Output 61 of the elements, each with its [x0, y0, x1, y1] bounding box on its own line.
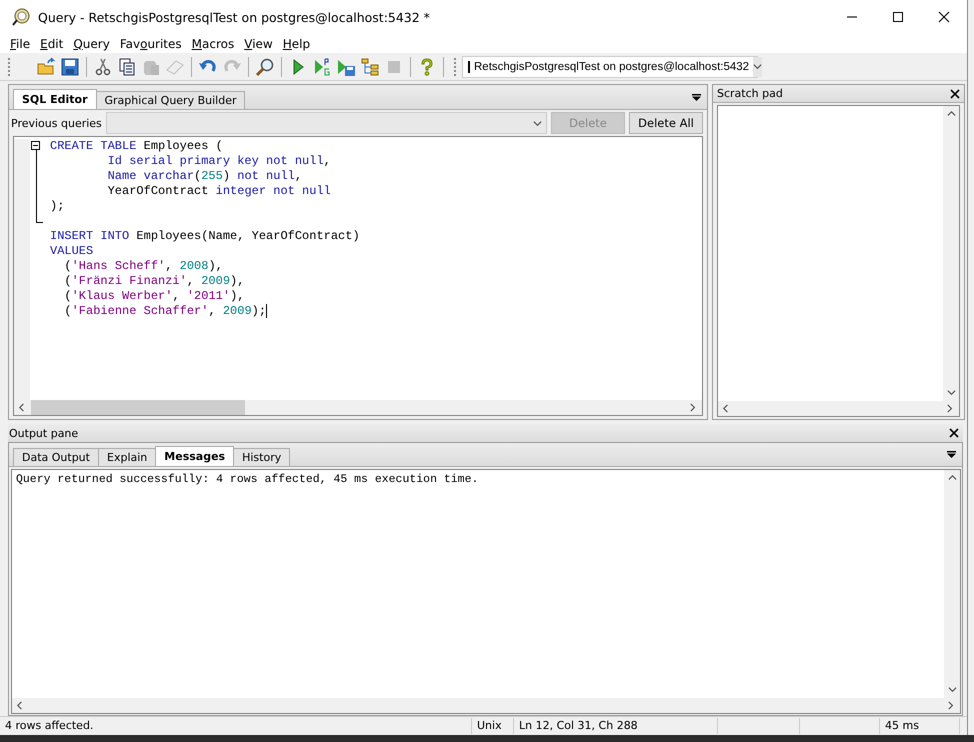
code-line: Name varchar(255) not null, — [106, 169, 302, 184]
scroll-left-icon[interactable] — [722, 404, 731, 413]
folder-icon[interactable] — [36, 56, 56, 76]
horizontal-scrollbar[interactable] — [12, 698, 960, 713]
output-tab[interactable]: History — [233, 448, 290, 466]
scroll-right-icon[interactable] — [689, 403, 698, 412]
app-icon — [12, 8, 30, 26]
chevron-down-icon[interactable] — [533, 118, 542, 128]
dropdown-icon[interactable] — [947, 451, 956, 458]
menu-item[interactable]: Help — [278, 36, 316, 50]
search-icon[interactable] — [255, 56, 275, 76]
panel-title: Scratch pad — [717, 87, 783, 100]
menu-item[interactable]: Query — [68, 36, 115, 50]
panel-title: Output pane — [9, 426, 78, 440]
horizontal-scrollbar[interactable] — [14, 400, 702, 415]
status-text: 45 ms — [880, 718, 960, 734]
code-line: CREATE TABLE Employees ( — [49, 139, 223, 154]
code-line: ('Hans Scheff', 2008), — [63, 259, 223, 274]
maximize-icon[interactable] — [892, 11, 904, 23]
delete-all-button[interactable]: Delete All — [629, 112, 703, 134]
editor-tab[interactable]: SQL Editor — [13, 89, 97, 109]
code-line: Id serial primary key not null, — [106, 154, 331, 169]
editor-tab[interactable]: Graphical Query Builder — [96, 91, 246, 109]
close-icon[interactable] — [949, 428, 959, 438]
output-tab[interactable]: Explain — [98, 448, 156, 466]
copy-icon[interactable] — [117, 56, 137, 76]
scroll-down-icon[interactable] — [946, 388, 956, 397]
status-text: Unix — [472, 718, 514, 734]
close-icon[interactable] — [950, 88, 960, 98]
code-line: VALUES — [49, 244, 94, 259]
sql-editor[interactable] — [13, 136, 703, 416]
play-script-icon[interactable] — [312, 56, 332, 76]
window-title: Query - RetschgisPostgresqlTest on postgres@localhost:5432 * — [38, 10, 431, 24]
scroll-left-icon[interactable] — [16, 701, 25, 710]
scroll-left-icon[interactable] — [18, 403, 27, 412]
code-line: YearOfContract integer not null — [106, 184, 331, 199]
code-line: ); — [49, 199, 64, 214]
output-tab[interactable]: Data Output — [13, 448, 99, 466]
code-line: ('Fränzi Finanzi', 2009), — [63, 274, 244, 289]
scroll-right-icon[interactable] — [946, 404, 955, 413]
message-text: Query returned successfully: 4 rows affected, 45 ms execution time. — [15, 472, 480, 488]
code-line: INSERT INTO Employees(Name, YearOfContract) — [49, 229, 360, 244]
code-line: ('Klaus Werber', '2011'), — [63, 289, 244, 304]
chevron-down-icon[interactable] — [753, 62, 762, 71]
status-text: 4 rows affected. — [0, 718, 472, 734]
horizontal-scrollbar[interactable] — [718, 401, 959, 416]
close-icon[interactable] — [938, 11, 950, 23]
menu-item[interactable]: Macros — [186, 36, 240, 50]
previous-queries-label: Previous queries — [11, 116, 102, 130]
code-line: ('Fabienne Schaffer', 2009); — [63, 304, 268, 319]
dropdown-icon[interactable] — [692, 94, 701, 101]
menu-item[interactable]: Edit — [35, 36, 68, 50]
scissors-icon[interactable] — [93, 56, 113, 76]
diagram-icon[interactable] — [360, 56, 380, 76]
output-tab[interactable]: Messages — [155, 446, 234, 466]
scroll-down-icon[interactable] — [948, 685, 956, 694]
menu-item[interactable]: View — [239, 36, 278, 50]
scroll-right-icon[interactable] — [947, 701, 956, 710]
menu-item[interactable]: File — [5, 36, 36, 50]
menu-item[interactable]: Favourites — [114, 36, 187, 50]
status-text: Ln 12, Col 31, Ch 288 — [514, 718, 718, 734]
